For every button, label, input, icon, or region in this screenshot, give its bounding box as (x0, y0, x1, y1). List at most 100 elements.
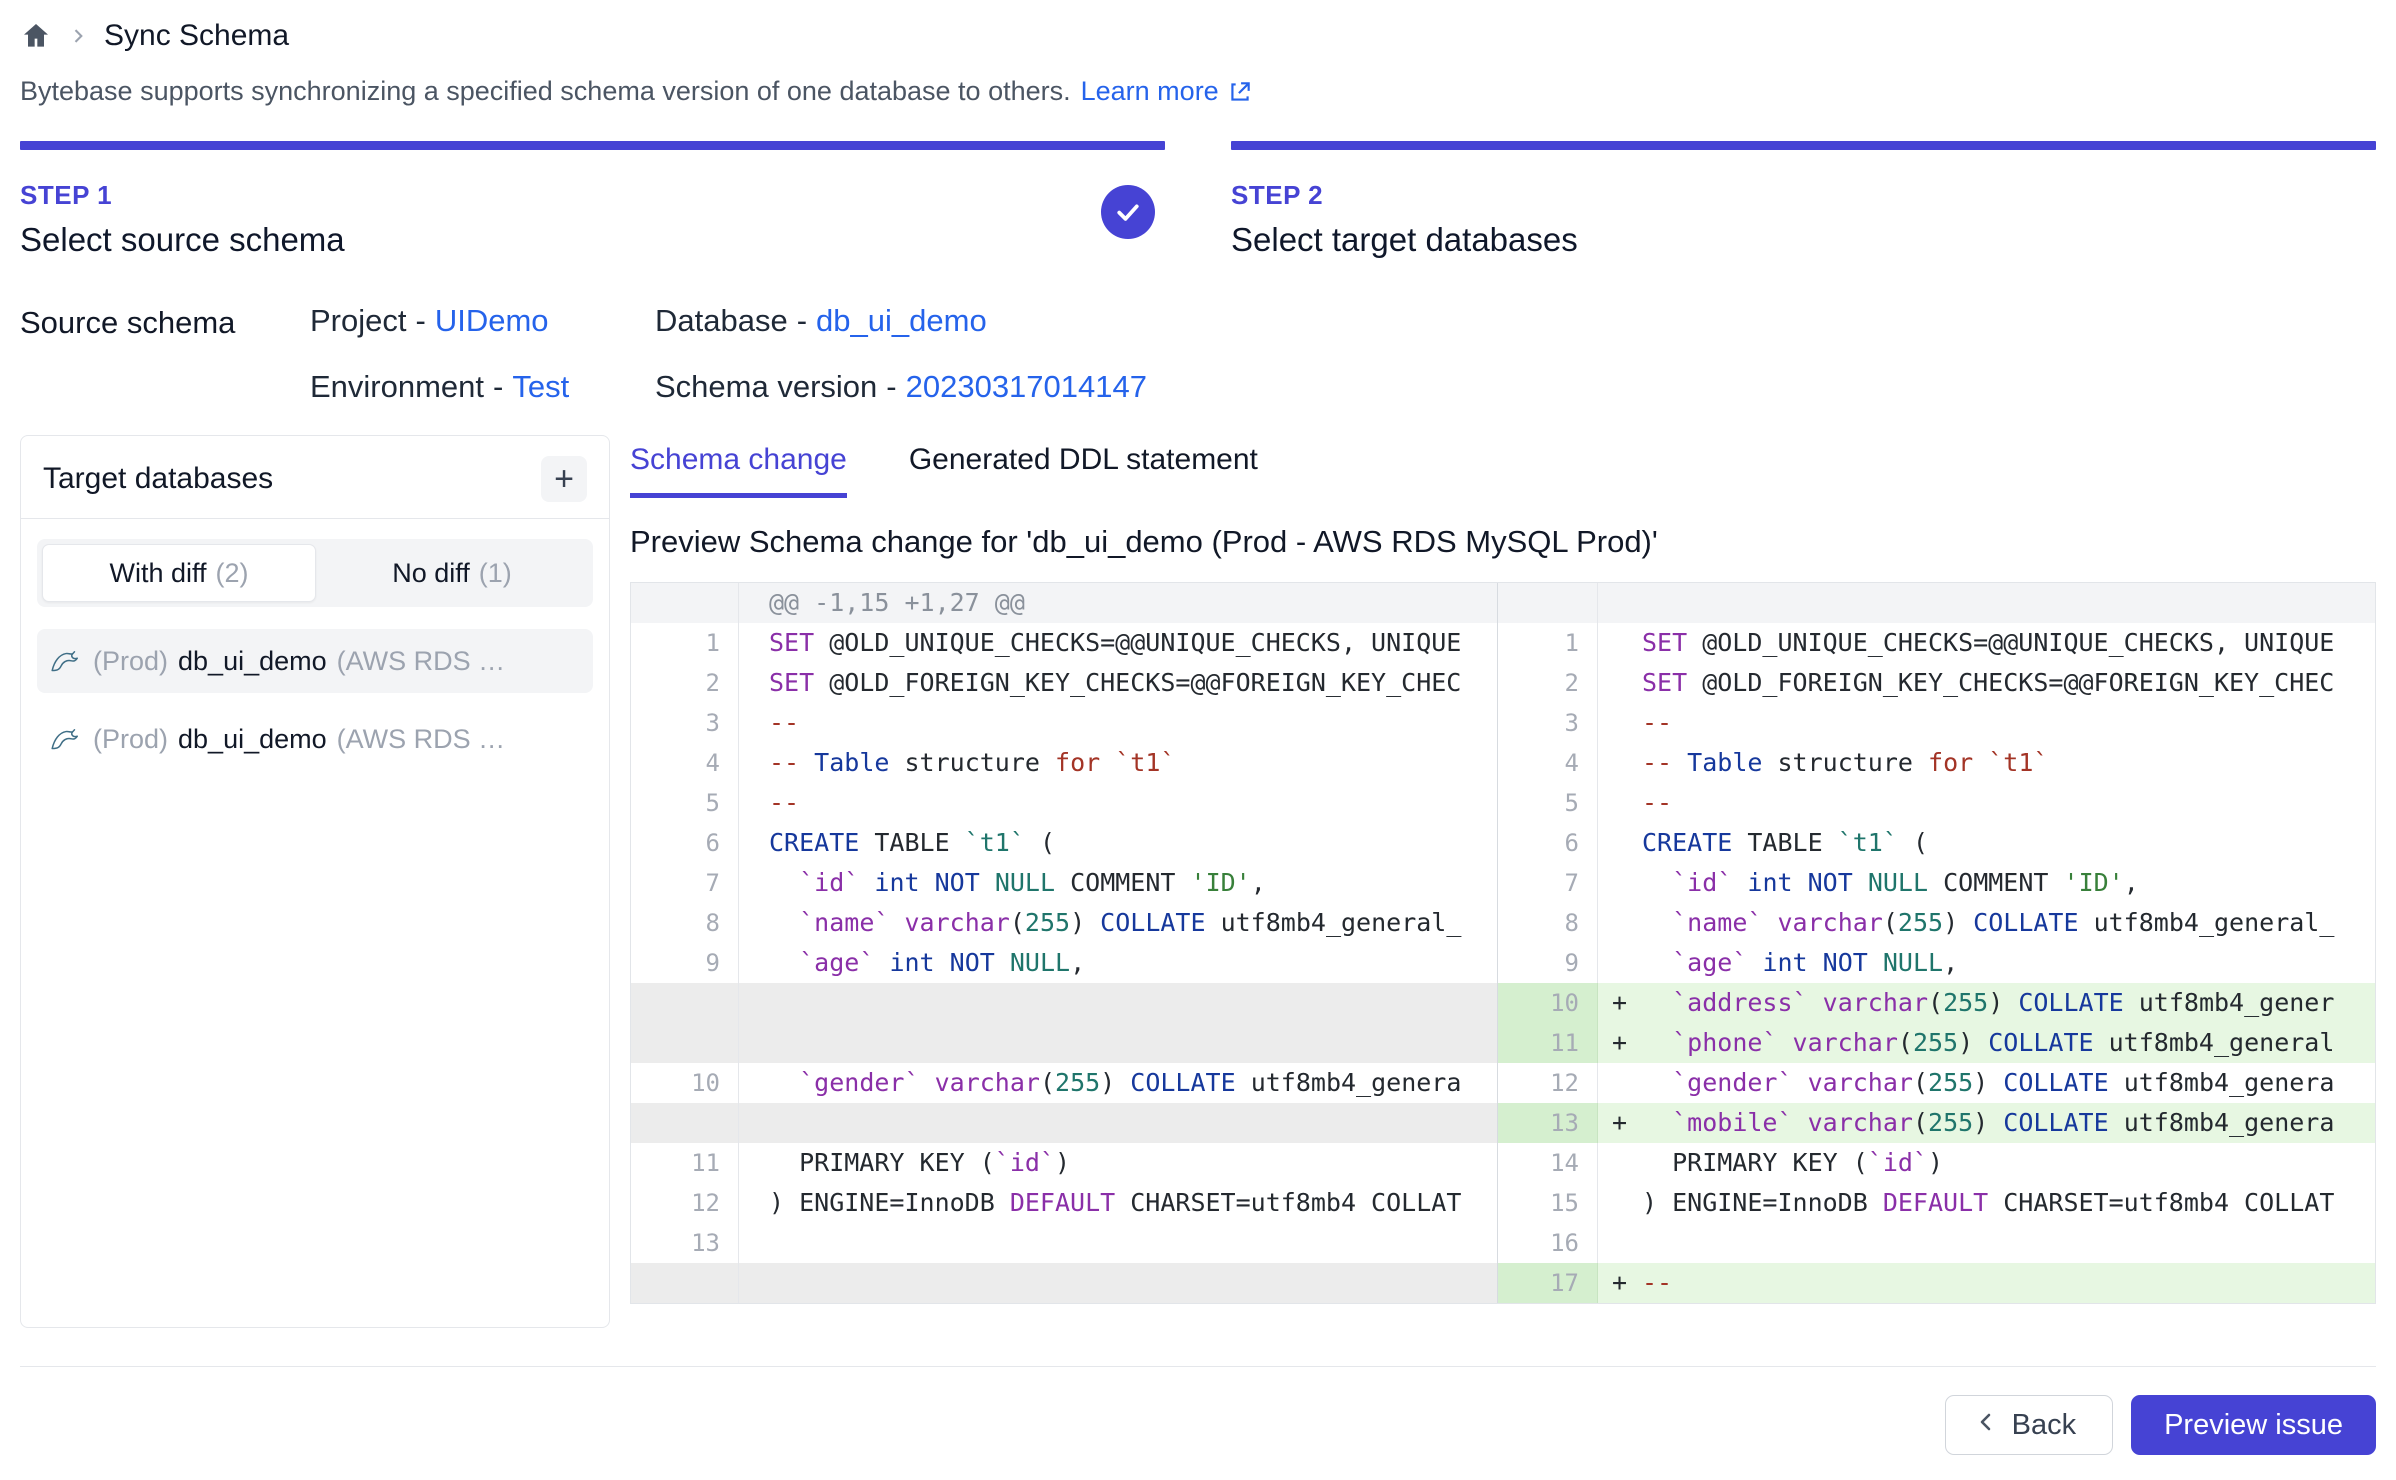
database-environment: (Prod) (93, 724, 168, 755)
diff-row: 9 `age` int NOT NULL, (1498, 943, 2375, 983)
project-link[interactable]: UIDemo (435, 303, 549, 338)
database-list-item[interactable]: (Prod) db_ui_demo (AWS RDS MySQL Prod) (37, 629, 593, 693)
line-number (1498, 583, 1598, 623)
code-line: -- (1598, 783, 2375, 823)
code-line (739, 1263, 1497, 1303)
line-number: 10 (631, 1063, 739, 1103)
environment-link[interactable]: Test (512, 369, 569, 404)
learn-more-link[interactable]: Learn more (1081, 76, 1253, 107)
code-line: CREATE TABLE `t1` ( (739, 823, 1497, 863)
check-icon (1113, 197, 1143, 227)
code-line: + `phone` varchar(255) COLLATE utf8mb4_g… (1598, 1023, 2375, 1063)
line-number: 9 (631, 943, 739, 983)
line-number: 1 (631, 623, 739, 663)
code-line (739, 1223, 1497, 1263)
line-number: 3 (631, 703, 739, 743)
diff-row: 10 `gender` varchar(255) COLLATE utf8mb4… (631, 1063, 1497, 1103)
line-number: 13 (1498, 1103, 1598, 1143)
source-schema-fields: Project-UIDemo Database-db_ui_demo Envir… (310, 303, 1147, 405)
footer-divider (20, 1366, 2376, 1367)
back-button[interactable]: Back (1945, 1395, 2113, 1455)
code-line (739, 983, 1497, 1023)
diff-row: 3-- (631, 703, 1497, 743)
database-link[interactable]: db_ui_demo (816, 303, 987, 338)
tab-schema-change[interactable]: Schema change (630, 443, 847, 498)
code-line: ) ENGINE=InnoDB DEFAULT CHARSET=utf8mb4 … (1598, 1183, 2375, 1223)
home-icon[interactable] (20, 20, 52, 52)
hunk-header (1598, 583, 2375, 623)
line-number: 8 (1498, 903, 1598, 943)
no-diff-count: (1) (479, 558, 512, 589)
step-2-title: Select target databases (1231, 221, 2376, 259)
step-2: STEP 2 Select target databases (1231, 141, 2376, 259)
diff-row (631, 983, 1497, 1023)
page-description: Bytebase supports synchronizing a specif… (20, 76, 2376, 107)
field-project: Project-UIDemo (310, 303, 655, 339)
line-number: 10 (1498, 983, 1598, 1023)
step-1-title: Select source schema (20, 221, 1165, 259)
code-line: + `mobile` varchar(255) COLLATE utf8mb4_… (1598, 1103, 2375, 1143)
diff-row: 14 PRIMARY KEY (`id`) (1498, 1143, 2375, 1183)
diff-row (631, 1023, 1497, 1063)
diff-row: 5-- (1498, 783, 2375, 823)
diff-row: 11 PRIMARY KEY (`id`) (631, 1143, 1497, 1183)
diff-row: 2SET @OLD_FOREIGN_KEY_CHECKS=@@FOREIGN_K… (631, 663, 1497, 703)
diff-row: 8 `name` varchar(255) COLLATE utf8mb4_ge… (1498, 903, 2375, 943)
page-title: Sync Schema (104, 19, 289, 53)
diff-row (631, 1103, 1497, 1143)
diff-add-marker: + (1598, 1103, 1642, 1143)
add-target-database-button[interactable]: + (541, 456, 587, 502)
diff-row: 4-- Table structure for `t1` (631, 743, 1497, 783)
mysql-icon (49, 646, 83, 676)
code-line: `name` varchar(255) COLLATE utf8mb4_gene… (739, 903, 1497, 943)
diff-row: 4-- Table structure for `t1` (1498, 743, 2375, 783)
diff-row: 15) ENGINE=InnoDB DEFAULT CHARSET=utf8mb… (1498, 1183, 2375, 1223)
line-number (631, 1023, 739, 1063)
diff-row (631, 1263, 1497, 1303)
database-list-item[interactable]: (Prod) db_ui_demo (AWS RDS MySQL Prod) (37, 707, 593, 771)
code-line: -- (739, 703, 1497, 743)
code-line (739, 1023, 1497, 1063)
diff-row: 9 `age` int NOT NULL, (631, 943, 1497, 983)
diff-add-marker: + (1598, 983, 1642, 1023)
line-number (631, 1263, 739, 1303)
field-environment: Environment-Test (310, 369, 655, 405)
code-line: + `address` varchar(255) COLLATE utf8mb4… (1598, 983, 2375, 1023)
step-2-progress-bar (1231, 141, 2376, 150)
tab-generated-ddl[interactable]: Generated DDL statement (909, 443, 1258, 498)
schema-version-link[interactable]: 20230317014147 (906, 369, 1147, 404)
preview-issue-button[interactable]: Preview issue (2131, 1395, 2376, 1455)
line-number: 12 (631, 1183, 739, 1223)
line-number: 7 (631, 863, 739, 903)
code-line: PRIMARY KEY (`id`) (739, 1143, 1497, 1183)
tab-no-diff[interactable]: No diff (1) (316, 544, 588, 602)
diff-row: 6CREATE TABLE `t1` ( (631, 823, 1497, 863)
footer-actions: Back Preview issue (20, 1395, 2376, 1455)
line-number: 6 (631, 823, 739, 863)
code-line: +-- (1598, 1263, 2375, 1303)
diff-row: 5-- (631, 783, 1497, 823)
code-line: SET @OLD_UNIQUE_CHECKS=@@UNIQUE_CHECKS, … (739, 623, 1497, 663)
line-number (631, 983, 739, 1023)
line-number: 13 (631, 1223, 739, 1263)
tab-with-diff[interactable]: With diff (2) (42, 544, 316, 602)
preview-section: Schema change Generated DDL statement Pr… (630, 435, 2376, 1328)
database-instance: (AWS RDS MySQL Prod) (337, 724, 515, 755)
line-number: 14 (1498, 1143, 1598, 1183)
diff-row: 1SET @OLD_UNIQUE_CHECKS=@@UNIQUE_CHECKS,… (1498, 623, 2375, 663)
database-name: db_ui_demo (178, 724, 327, 755)
diff-pane-source[interactable]: @@ -1,15 +1,27 @@1SET @OLD_UNIQUE_CHECKS… (631, 583, 1497, 1303)
line-number (631, 1103, 739, 1143)
line-number: 9 (1498, 943, 1598, 983)
divider (21, 518, 609, 519)
external-link-icon (1227, 79, 1253, 105)
code-line (739, 1103, 1497, 1143)
diff-filter-toggle: With diff (2) No diff (1) (37, 539, 593, 607)
schema-diff-editor: @@ -1,15 +1,27 @@1SET @OLD_UNIQUE_CHECKS… (630, 582, 2376, 1304)
stepper: STEP 1 Select source schema STEP 2 Selec… (20, 141, 2376, 259)
diff-pane-target[interactable]: 1SET @OLD_UNIQUE_CHECKS=@@UNIQUE_CHECKS,… (1497, 583, 2375, 1303)
line-number: 3 (1498, 703, 1598, 743)
code-line: SET @OLD_FOREIGN_KEY_CHECKS=@@FOREIGN_KE… (739, 663, 1497, 703)
code-line: -- Table structure for `t1` (1598, 743, 2375, 783)
diff-row: 12) ENGINE=InnoDB DEFAULT CHARSET=utf8mb… (631, 1183, 1497, 1223)
